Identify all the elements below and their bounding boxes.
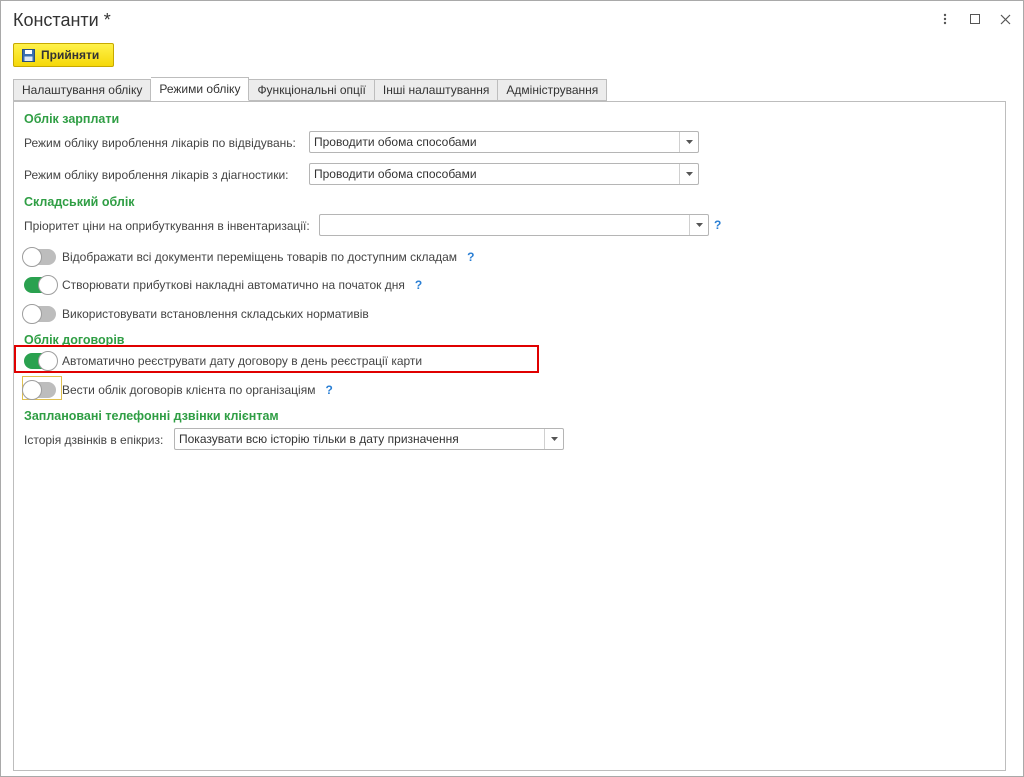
stock-norms-label: Використовувати встановлення складських … <box>62 307 369 321</box>
contracts-by-org-help[interactable]: ? <box>325 383 332 397</box>
auto-contract-date-toggle[interactable] <box>24 351 58 371</box>
auto-receipts-help[interactable]: ? <box>415 278 422 292</box>
diagnostics-mode-value: Проводити обома способами <box>314 167 477 181</box>
auto-receipts-toggle[interactable] <box>24 275 58 295</box>
maximize-icon[interactable] <box>967 11 983 27</box>
tab-bar: Налаштування обліку Режими обліку Функці… <box>13 77 608 101</box>
dropdown-arrow-icon[interactable] <box>544 429 563 449</box>
window-controls <box>937 11 1013 27</box>
show-all-transfers-label: Відображати всі документи переміщень тов… <box>62 250 458 264</box>
window-title: Константи * <box>13 10 111 30</box>
visits-mode-select[interactable]: Проводити обома способами <box>309 131 699 153</box>
tab-other-settings[interactable]: Інші налаштування <box>374 79 499 101</box>
dropdown-arrow-icon[interactable] <box>689 215 708 235</box>
contracts-by-org-toggle[interactable] <box>22 380 56 400</box>
contracts-by-org-label: Вести облік договорів клієнта по організ… <box>62 383 316 397</box>
price-priority-help[interactable]: ? <box>714 218 721 232</box>
constants-window: Константи * Прийняти Налаштування обліку… <box>0 0 1024 777</box>
show-all-transfers-toggle[interactable] <box>22 247 56 267</box>
salary-section-heading: Облік зарплати <box>24 112 120 126</box>
dropdown-arrow-icon[interactable] <box>679 132 698 152</box>
accept-button-label: Прийняти <box>41 48 100 62</box>
tab-administration[interactable]: Адміністрування <box>498 79 608 101</box>
close-icon[interactable] <box>997 11 1013 27</box>
toggle-row-auto-contract-date: Автоматично реєструвати дату договору в … <box>24 351 423 371</box>
visits-mode-label: Режим обліку вироблення лікарів по відві… <box>24 136 296 150</box>
save-icon <box>22 48 35 62</box>
diagnostics-mode-label: Режим обліку вироблення лікарів з діагно… <box>24 168 289 182</box>
diagnostics-mode-select[interactable]: Проводити обома способами <box>309 163 699 185</box>
dropdown-arrow-icon[interactable] <box>679 164 698 184</box>
tab-accounting-modes[interactable]: Режими обліку <box>151 77 250 101</box>
toggle-row-stock-norms: Використовувати встановлення складських … <box>22 304 369 324</box>
contracts-section-heading: Облік договорів <box>24 333 125 347</box>
calls-section-heading: Заплановані телефонні дзвінки клієнтам <box>24 409 279 423</box>
accounting-modes-panel: Облік зарплати Режим обліку вироблення л… <box>13 101 1006 771</box>
stock-norms-toggle[interactable] <box>22 304 56 324</box>
visits-mode-value: Проводити обома способами <box>314 135 477 149</box>
accept-button[interactable]: Прийняти <box>13 43 114 67</box>
call-history-select[interactable]: Показувати всю історію тільки в дату при… <box>174 428 564 450</box>
more-options-icon[interactable] <box>937 11 953 27</box>
tab-functional-options[interactable]: Функціональні опції <box>249 79 375 101</box>
price-priority-label: Пріоритет ціни на оприбуткування в інвен… <box>24 219 310 233</box>
price-priority-select[interactable] <box>319 214 709 236</box>
call-history-value: Показувати всю історію тільки в дату при… <box>179 432 459 446</box>
auto-contract-date-label: Автоматично реєструвати дату договору в … <box>62 354 423 368</box>
toggle-row-contracts-by-org: Вести облік договорів клієнта по організ… <box>22 380 333 400</box>
toggle-row-auto-receipts: Створювати прибуткові накладні автоматич… <box>24 275 422 295</box>
call-history-label: Історія дзвінків в епікриз: <box>24 433 164 447</box>
show-all-transfers-help[interactable]: ? <box>467 250 474 264</box>
toggle-row-show-all-transfers: Відображати всі документи переміщень тов… <box>22 247 474 267</box>
warehouse-section-heading: Складський облік <box>24 195 135 209</box>
auto-receipts-label: Створювати прибуткові накладні автоматич… <box>62 278 405 292</box>
tab-accounting-settings[interactable]: Налаштування обліку <box>13 79 152 101</box>
